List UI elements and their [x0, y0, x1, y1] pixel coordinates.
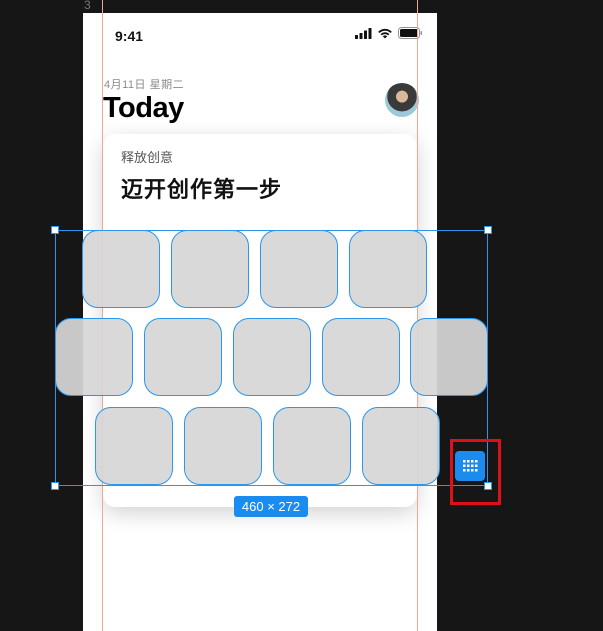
selection-box[interactable]: [55, 230, 488, 486]
size-badge: 460 × 272: [234, 496, 308, 517]
resize-handle-bottom-left[interactable]: [51, 482, 59, 490]
battery-icon: [398, 27, 423, 39]
highlight-box: [450, 439, 501, 505]
resize-handle-top-left[interactable]: [51, 226, 59, 234]
artboard-label: 3: [84, 0, 91, 12]
wifi-icon: [378, 28, 392, 38]
card-subtitle: 释放创意: [121, 150, 174, 165]
status-icons: [355, 27, 423, 39]
status-time: 9:41: [115, 28, 144, 44]
date-label: 4月11日 星期二: [104, 79, 185, 91]
resize-handle-top-right[interactable]: [484, 226, 492, 234]
card-title: 迈开创作第一步: [121, 177, 283, 202]
cellular-signal-icon: [355, 27, 372, 39]
avatar[interactable]: [385, 83, 419, 117]
page-title: Today: [103, 92, 184, 124]
